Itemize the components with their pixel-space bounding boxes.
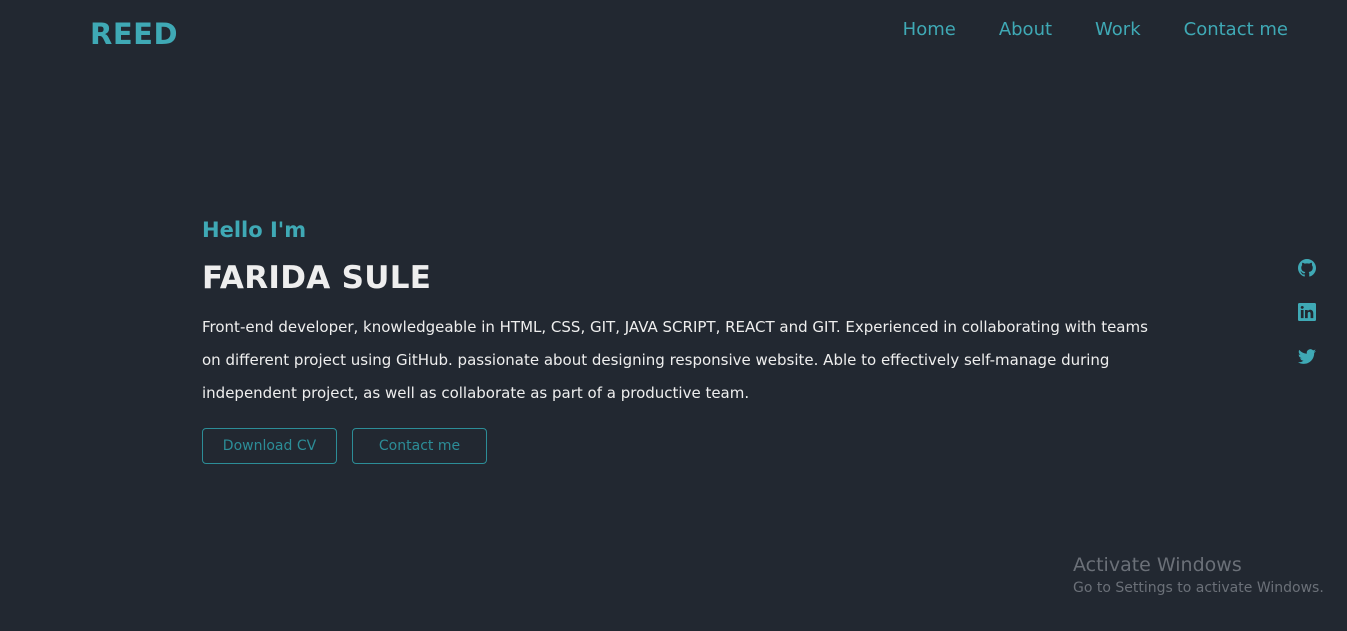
site-logo[interactable]: REED: [90, 17, 178, 51]
watermark-title: Activate Windows: [1073, 554, 1242, 576]
nav-contact-link[interactable]: Contact me: [1184, 18, 1288, 42]
watermark-subtitle: Go to Settings to activate Windows.: [1073, 580, 1324, 596]
hero-bio: Front-end developer, knowledgeable in HT…: [202, 318, 1148, 402]
nav-home-link[interactable]: Home: [903, 18, 956, 42]
windows-activation-watermark: Activate Windows Go to Settings to activ…: [1073, 553, 1324, 599]
download-cv-button[interactable]: Download CV: [202, 428, 337, 464]
hero-section: Hello I'm FARIDA SULE Front-end develope…: [202, 216, 1162, 464]
social-links: [1297, 258, 1317, 390]
linkedin-icon[interactable]: [1297, 302, 1317, 322]
hero-greeting: Hello I'm: [202, 218, 307, 242]
hero-buttons: Download CV Contact me: [202, 428, 1162, 464]
twitter-icon[interactable]: [1297, 346, 1317, 366]
nav-work-link[interactable]: Work: [1095, 18, 1141, 42]
portfolio-page: REED Home About Work Contact me Hello I'…: [0, 0, 1347, 631]
hero-name: FARIDA SULE: [202, 260, 432, 296]
contact-me-button[interactable]: Contact me: [352, 428, 487, 464]
nav-about-link[interactable]: About: [999, 18, 1052, 42]
github-icon[interactable]: [1297, 258, 1317, 278]
main-nav: Home About Work Contact me: [860, 18, 1288, 42]
